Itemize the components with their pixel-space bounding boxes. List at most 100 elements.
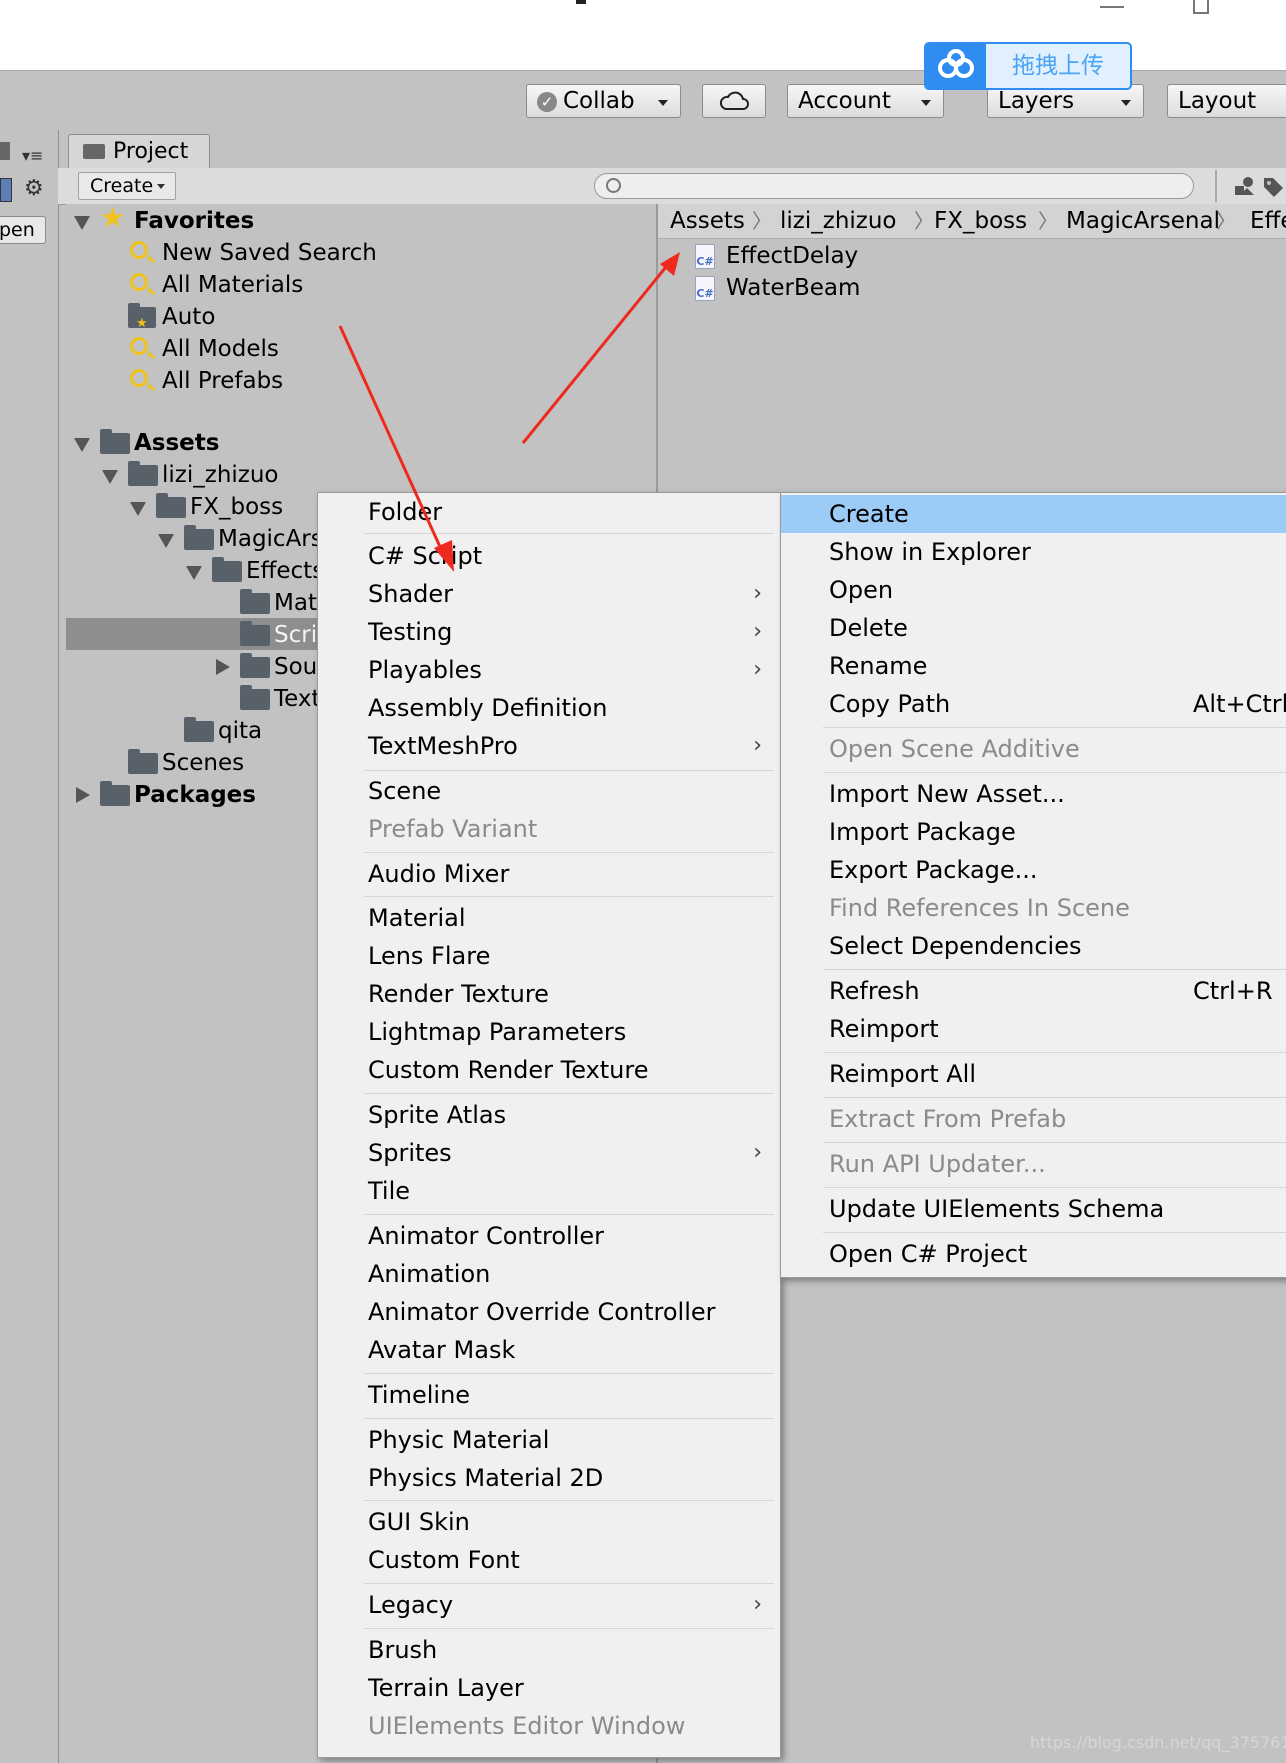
create-menu-item[interactable]: Lens Flare xyxy=(318,937,778,975)
create-menu-item[interactable]: Material xyxy=(318,899,778,937)
create-menu-item[interactable]: Custom Font xyxy=(318,1541,778,1579)
tree-label: lizi_zhizuo xyxy=(162,462,279,488)
tab-project[interactable]: Project xyxy=(68,134,210,168)
filter-by-label-icon[interactable] xyxy=(1262,176,1284,197)
cloud-button[interactable] xyxy=(702,84,766,118)
chevron-down-icon xyxy=(921,100,931,106)
create-menu-item[interactable]: Tile xyxy=(318,1172,778,1210)
account-dropdown[interactable]: Account xyxy=(787,84,944,118)
create-menu-item[interactable]: Animation xyxy=(318,1255,778,1293)
create-menu-item[interactable]: Timeline xyxy=(318,1376,778,1414)
create-dropdown[interactable]: Create xyxy=(78,172,176,200)
chevron-right-icon: 〉 xyxy=(1216,209,1236,233)
context-menu-item[interactable]: Import Package xyxy=(781,813,1286,851)
search-icon xyxy=(606,178,621,193)
gear-icon[interactable]: ⚙ xyxy=(24,176,44,201)
create-menu-item[interactable]: Physics Material 2D xyxy=(318,1459,778,1497)
context-menu-item[interactable]: Show in Explorer xyxy=(781,533,1286,571)
menu-item-label: Lightmap Parameters xyxy=(368,1018,627,1046)
create-menu-item[interactable]: Audio Mixer xyxy=(318,855,778,893)
expand-arrow-icon[interactable] xyxy=(74,216,90,230)
create-menu-item[interactable]: Playables › xyxy=(318,651,778,689)
context-menu-item[interactable]: Import New Asset... xyxy=(781,775,1286,813)
create-menu-item[interactable]: Shader › xyxy=(318,575,778,613)
create-menu-item[interactable]: Lightmap Parameters xyxy=(318,1013,778,1051)
create-menu-item[interactable]: TextMeshPro › xyxy=(318,727,778,765)
create-menu-item[interactable]: Scene xyxy=(318,772,778,810)
create-menu-item[interactable]: Sprites › xyxy=(318,1134,778,1172)
filter-by-type-icon[interactable] xyxy=(1234,176,1256,196)
expand-arrow-icon[interactable] xyxy=(130,502,146,516)
menu-item-label: Open C# Project xyxy=(829,1240,1028,1268)
create-menu-item[interactable]: Custom Render Texture xyxy=(318,1051,778,1089)
create-menu-item[interactable]: Legacy › xyxy=(318,1586,778,1624)
menu-item-label: Copy Path xyxy=(829,690,951,718)
create-menu-item[interactable]: C# Script xyxy=(318,537,778,575)
file-item[interactable]: WaterBeam xyxy=(726,272,860,304)
menu-item-label: Find References In Scene xyxy=(829,894,1130,922)
create-menu-item[interactable]: Animator Controller xyxy=(318,1217,778,1255)
context-menu-item[interactable]: Create xyxy=(781,495,1286,533)
collapse-arrow-icon[interactable] xyxy=(216,659,230,675)
folder-icon xyxy=(240,621,270,646)
menu-separator xyxy=(823,1052,1286,1053)
create-menu-item[interactable]: GUI Skin xyxy=(318,1503,778,1541)
create-menu-item[interactable]: Folder xyxy=(318,493,778,531)
collab-dropdown[interactable]: ✓ Collab xyxy=(526,84,681,118)
tree-label: All Materials xyxy=(162,272,304,298)
context-menu-item[interactable]: Delete xyxy=(781,609,1286,647)
panel-menu-icon[interactable]: ▾≡ xyxy=(22,146,43,165)
context-menu-item[interactable]: Refresh Ctrl+R xyxy=(781,972,1286,1010)
create-menu-item[interactable]: Brush xyxy=(318,1631,778,1669)
menu-separator xyxy=(364,896,774,897)
create-menu-item[interactable]: Assembly Definition xyxy=(318,689,778,727)
expand-arrow-icon[interactable] xyxy=(102,470,118,484)
minimize-button[interactable] xyxy=(1100,6,1124,8)
cloud-icon xyxy=(719,91,749,110)
tree-label: qita xyxy=(218,718,263,744)
create-menu-item[interactable]: Avatar Mask xyxy=(318,1331,778,1369)
folder-icon xyxy=(240,589,270,614)
context-menu-item[interactable]: Reimport All xyxy=(781,1055,1286,1093)
folder-icon xyxy=(212,557,242,582)
context-menu-item[interactable]: Select Dependencies xyxy=(781,927,1286,965)
lock-icon[interactable] xyxy=(0,142,10,160)
context-menu-item[interactable]: Export Package... xyxy=(781,851,1286,889)
upload-widget[interactable]: 拖拽上传 xyxy=(924,42,1132,90)
expand-arrow-icon[interactable] xyxy=(186,566,202,580)
maximize-button[interactable] xyxy=(1193,0,1209,14)
create-menu-item[interactable]: Terrain Layer xyxy=(318,1669,778,1707)
search-icon xyxy=(130,241,148,259)
create-menu-item[interactable]: Sprite Atlas xyxy=(318,1096,778,1134)
chevron-right-icon: 〉 xyxy=(752,209,772,233)
search-input[interactable] xyxy=(594,173,1194,199)
create-menu-item[interactable]: Render Texture xyxy=(318,975,778,1013)
layout-dropdown[interactable]: Layout xyxy=(1167,84,1286,118)
file-item[interactable]: EffectDelay xyxy=(726,240,858,272)
expand-arrow-icon[interactable] xyxy=(74,438,90,452)
expand-arrow-icon[interactable] xyxy=(158,534,174,548)
breadcrumb-item[interactable]: MagicArsenal xyxy=(1066,204,1220,238)
collab-label: Collab xyxy=(563,88,635,114)
context-menu-item[interactable]: Rename xyxy=(781,647,1286,685)
context-menu-item[interactable]: Update UIElements Schema xyxy=(781,1190,1286,1228)
menu-item-label: Show in Explorer xyxy=(829,538,1031,566)
breadcrumb-item[interactable]: Assets xyxy=(670,204,745,238)
context-menu-item[interactable]: Open xyxy=(781,571,1286,609)
create-menu-item[interactable]: Animator Override Controller xyxy=(318,1293,778,1331)
menu-separator xyxy=(364,1373,774,1374)
breadcrumb-item[interactable]: FX_boss xyxy=(934,204,1027,238)
scene-icon[interactable] xyxy=(0,178,12,202)
collapse-arrow-icon[interactable] xyxy=(76,787,90,803)
breadcrumb-item[interactable]: Effects xyxy=(1250,204,1286,238)
context-menu-item[interactable]: Reimport xyxy=(781,1010,1286,1048)
menu-item-label: Animation xyxy=(368,1260,491,1288)
create-menu-item[interactable]: Testing › xyxy=(318,613,778,651)
create-menu-item[interactable]: Physic Material xyxy=(318,1421,778,1459)
context-menu-item[interactable]: Open C# Project xyxy=(781,1235,1286,1273)
menu-item-label: Open xyxy=(829,576,894,604)
context-menu-item[interactable]: Copy Path Alt+Ctrl+C xyxy=(781,685,1286,723)
open-button[interactable]: pen xyxy=(0,216,46,244)
breadcrumb-item[interactable]: lizi_zhizuo xyxy=(780,204,897,238)
tree-label: Assets xyxy=(134,430,220,456)
